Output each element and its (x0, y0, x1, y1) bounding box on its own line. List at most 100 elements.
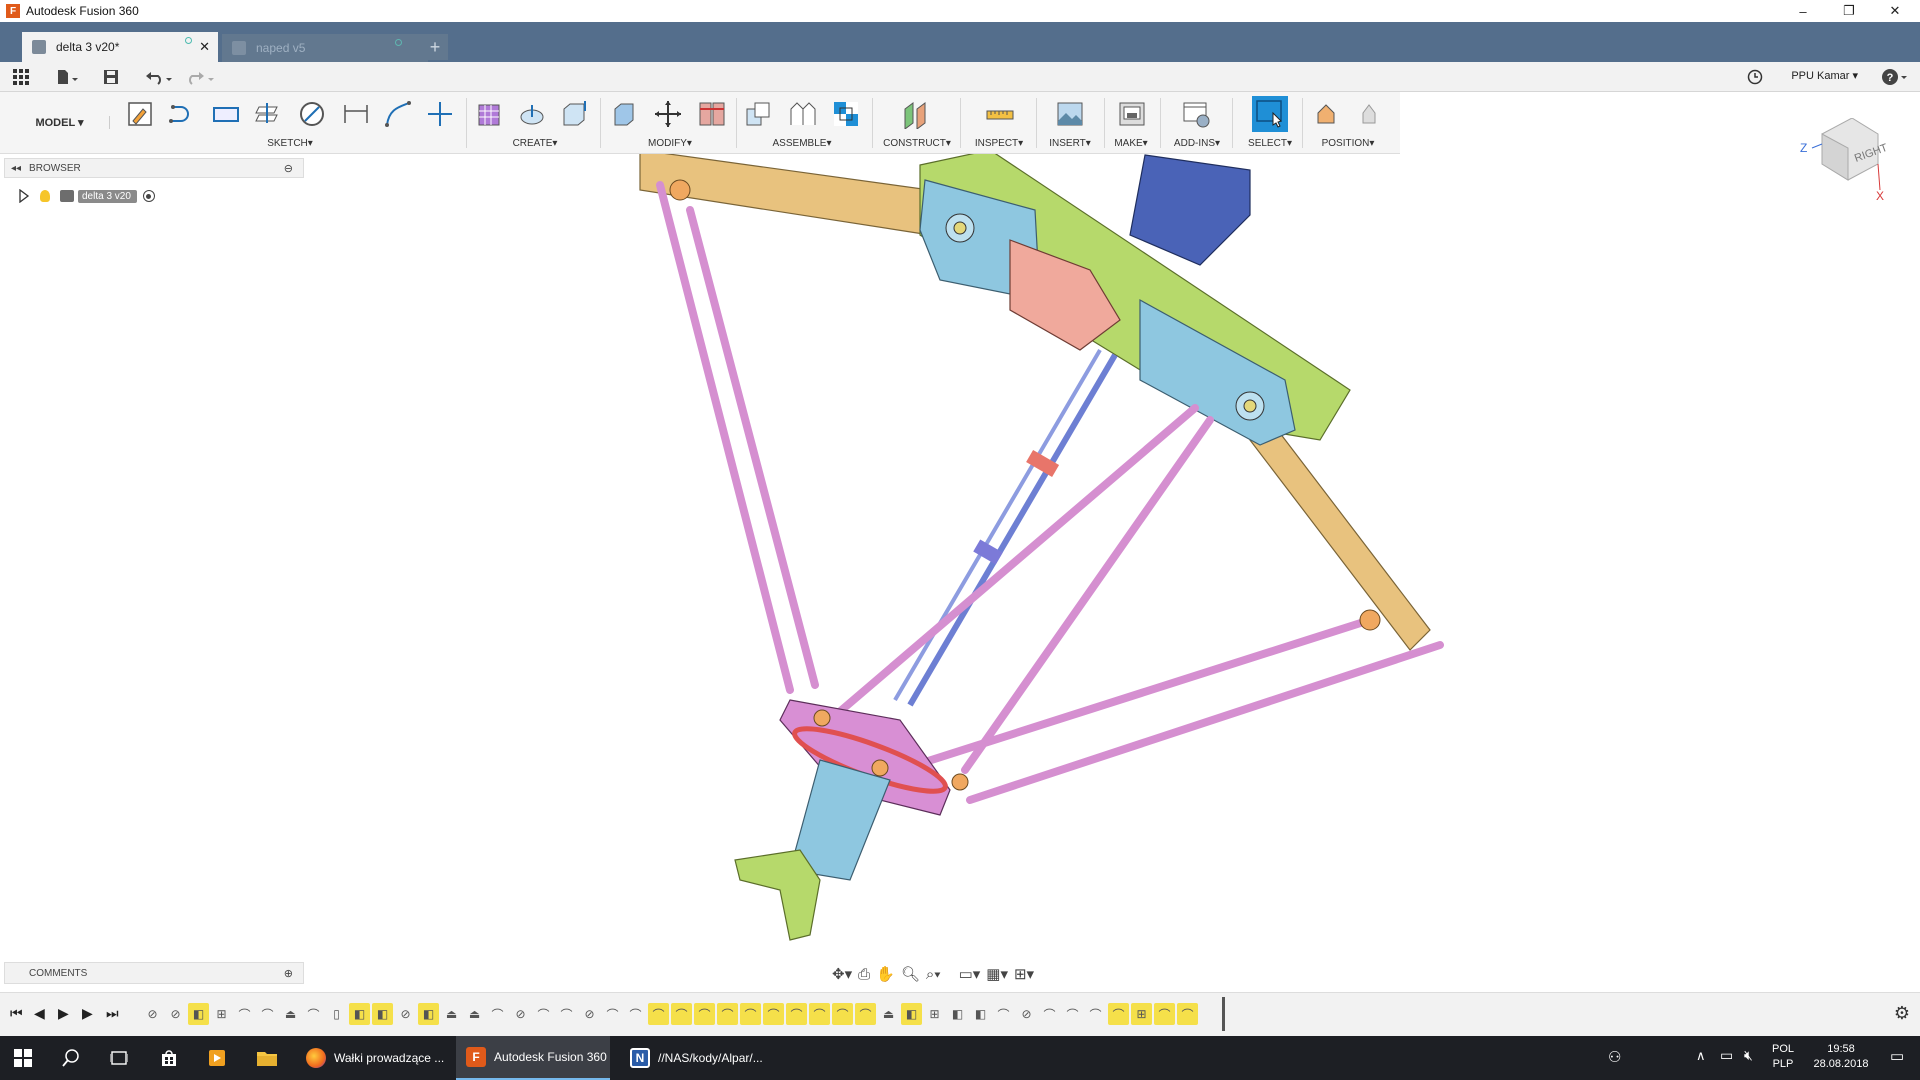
view-cube[interactable]: RIGHT Z X (1792, 117, 1892, 208)
timeline-feature-icon[interactable]: ◧ (349, 1003, 370, 1025)
redo-icon[interactable] (184, 67, 218, 87)
inspect-group-label[interactable]: INSPECT▾ (964, 138, 1034, 149)
timeline-feature-icon[interactable]: ⌒ (694, 1003, 715, 1025)
action-center-icon[interactable]: ▭ (1890, 1047, 1904, 1065)
grid-settings-icon[interactable]: ▦▾ (986, 965, 1008, 983)
go-to-start-icon[interactable]: ⏮ (10, 1005, 23, 1022)
timeline-feature-icon[interactable]: ◧ (901, 1003, 922, 1025)
network-icon[interactable]: ▭ (1720, 1047, 1733, 1064)
timeline-feature-icon[interactable]: ⌒ (648, 1003, 669, 1025)
new-component-icon[interactable] (742, 98, 774, 130)
timeline-feature-icon[interactable]: ⌒ (1085, 1003, 1106, 1025)
insert-group-label[interactable]: INSERT▾ (1040, 138, 1100, 149)
modify-group-label[interactable]: MODIFY▾ (630, 138, 710, 149)
step-back-icon[interactable]: ◀ (34, 1005, 45, 1022)
make-group-label[interactable]: MAKE▾ (1106, 138, 1156, 149)
assemble-group-label[interactable]: ASSEMBLE▾ (760, 138, 844, 149)
viewports-icon[interactable]: ⊞▾ (1014, 965, 1034, 983)
timeline-feature-icon[interactable]: ⌒ (234, 1003, 255, 1025)
new-tab-button[interactable]: + (422, 34, 448, 60)
timeline-feature-icon[interactable]: ⌒ (1108, 1003, 1129, 1025)
canvas-3d-model[interactable] (0, 154, 1920, 954)
timeline-feature-icon[interactable]: ⌒ (1154, 1003, 1175, 1025)
comments-panel-header[interactable]: COMMENTS ⊕ (4, 962, 304, 984)
circle-tool-icon[interactable] (296, 98, 328, 130)
as-built-joint-icon[interactable] (830, 98, 862, 130)
people-icon[interactable]: ⚇ (1608, 1048, 1621, 1066)
user-account-menu[interactable]: PPU Kamar ▾ (1791, 69, 1858, 82)
timeline-feature-icon[interactable]: ⌒ (625, 1003, 646, 1025)
timeline-feature-icon[interactable]: ⌒ (303, 1003, 324, 1025)
project-tool-icon[interactable] (252, 98, 284, 130)
pan-icon[interactable]: ✋ (876, 965, 895, 983)
timeline-settings-gear-icon[interactable]: ⚙ (1894, 1003, 1910, 1024)
timeline-feature-icon[interactable]: ⏏ (464, 1003, 485, 1025)
timeline-feature-icon[interactable]: ⊘ (142, 1003, 163, 1025)
add-comment-icon[interactable]: ⊕ (284, 967, 293, 980)
move-icon[interactable] (652, 98, 684, 130)
timeline-feature-icon[interactable]: ◧ (947, 1003, 968, 1025)
dimension-tool-icon[interactable] (340, 98, 372, 130)
timeline-feature-icon[interactable]: ⏏ (280, 1003, 301, 1025)
create-form-icon[interactable] (474, 98, 506, 130)
measure-icon[interactable] (984, 98, 1016, 130)
file-menu-icon[interactable] (52, 67, 82, 87)
timeline-feature-icon[interactable]: ⌒ (487, 1003, 508, 1025)
timeline-feature-icon[interactable]: ⌒ (1062, 1003, 1083, 1025)
task-view-icon[interactable] (96, 1036, 142, 1080)
help-icon[interactable]: ? (1880, 67, 1910, 87)
workspace-switcher[interactable]: MODEL ▾ (10, 116, 110, 129)
insert-canvas-icon[interactable] (1054, 98, 1086, 130)
timeline-feature-icon[interactable]: ⌒ (740, 1003, 761, 1025)
timeline-feature-icon[interactable]: ⊘ (165, 1003, 186, 1025)
timeline-feature-icon[interactable]: ⊞ (1131, 1003, 1152, 1025)
fit-icon[interactable]: ⌕▾ (926, 966, 941, 983)
orbit-icon[interactable]: ✥▾ (832, 965, 852, 983)
show-hidden-icons-chevron-icon[interactable]: ∧ (1696, 1048, 1706, 1064)
timeline-feature-icon[interactable]: ⌒ (763, 1003, 784, 1025)
revolve-icon[interactable] (516, 98, 548, 130)
create-group-label[interactable]: CREATE▾ (490, 138, 580, 149)
select-tool-icon[interactable] (1252, 96, 1288, 132)
clock[interactable]: 19:58 28.08.2018 (1808, 1043, 1874, 1070)
timeline-feature-icon[interactable]: ⌒ (1039, 1003, 1060, 1025)
store-icon[interactable] (146, 1036, 192, 1080)
display-settings-icon[interactable]: ▭▾ (959, 965, 981, 983)
close-tab-icon[interactable]: ✕ (199, 39, 210, 55)
rectangle-tool-icon[interactable] (210, 98, 242, 130)
tab-delta-3[interactable]: delta 3 v20* ✕ (22, 32, 218, 62)
timeline-feature-icon[interactable]: ⌒ (717, 1003, 738, 1025)
timeline-feature-icon[interactable]: ⏏ (878, 1003, 899, 1025)
taskbar-app-firefox[interactable]: Wałki prowadzące ... (296, 1036, 446, 1080)
capture-position-icon[interactable] (1312, 98, 1344, 130)
tab-naped[interactable]: naped v5 (222, 34, 428, 62)
line-tool-icon[interactable] (166, 98, 198, 130)
timeline-feature-icon[interactable]: ⌒ (1177, 1003, 1198, 1025)
job-status-clock-icon[interactable] (1744, 67, 1766, 87)
timeline-feature-icon[interactable]: ◧ (970, 1003, 991, 1025)
media-player-icon[interactable] (194, 1036, 240, 1080)
extrude-icon[interactable] (558, 98, 590, 130)
timeline-feature-icon[interactable]: ◧ (372, 1003, 393, 1025)
timeline-feature-icon[interactable]: ⊞ (211, 1003, 232, 1025)
timeline-feature-icon[interactable]: ⌒ (257, 1003, 278, 1025)
point-tool-icon[interactable] (424, 98, 456, 130)
play-icon[interactable]: ▶ (58, 1005, 69, 1022)
timeline-feature-icon[interactable]: ⊘ (395, 1003, 416, 1025)
timeline-feature-icon[interactable]: ◧ (188, 1003, 209, 1025)
volume-mute-icon[interactable]: 🔇︎ (1744, 1047, 1753, 1064)
select-group-label[interactable]: SELECT▾ (1240, 138, 1300, 149)
timeline-feature-icon[interactable]: ⌒ (832, 1003, 853, 1025)
timeline-feature-icon[interactable]: ⊘ (510, 1003, 531, 1025)
search-icon[interactable] (48, 1036, 94, 1080)
minimize-button[interactable]: – (1780, 0, 1826, 22)
timeline-features[interactable]: ⊘ ⊘ ◧ ⊞ ⌒ ⌒ ⏏ ⌒ ▯ ◧ ◧ ⊘ ◧ ⏏ ⏏ ⌒ ⊘ ⌒ ⌒ ⊘ ⌒ ⌒ ⌒ ⌒ ⌒ ⌒ ⌒ ⌒ ⌒ ⌒ ⌒ ⌒ ⏏ ◧ ⊞ ◧ ◧ ⌒ ⊘ ⌒… (142, 1003, 1224, 1025)
addins-group-label[interactable]: ADD-INS▾ (1164, 138, 1230, 149)
close-button[interactable]: ✕ (1872, 0, 1918, 22)
timeline-feature-icon[interactable]: ⌒ (993, 1003, 1014, 1025)
position-group-label[interactable]: POSITION▾ (1310, 138, 1386, 149)
press-pull-icon[interactable] (608, 98, 640, 130)
timeline-feature-icon[interactable]: ⊘ (1016, 1003, 1037, 1025)
create-sketch-icon[interactable] (124, 98, 156, 130)
undo-icon[interactable] (142, 67, 176, 87)
